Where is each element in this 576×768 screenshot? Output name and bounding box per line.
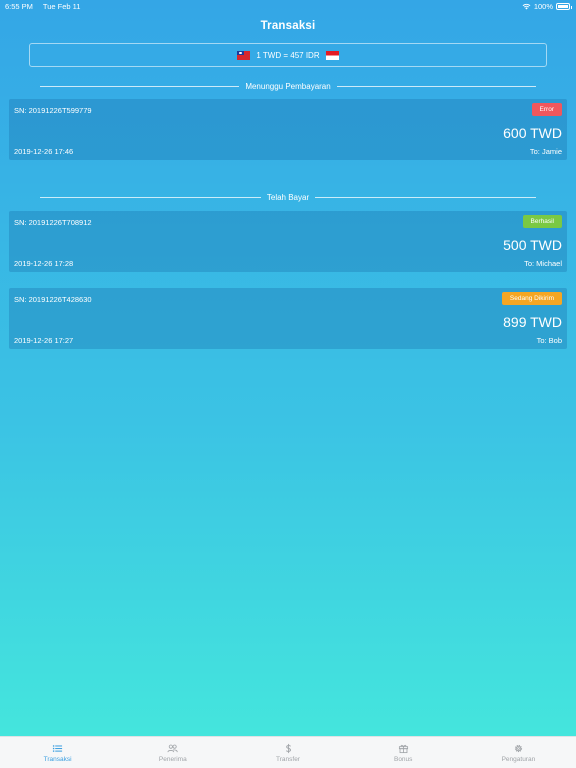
transaction-amount: 600 TWD	[503, 125, 562, 141]
section-header-pending: Menunggu Pembayaran	[40, 80, 537, 92]
tab-bar: Transaksi Penerima Transfer Bonus Pengat…	[0, 736, 576, 768]
tab-pengaturan[interactable]: Pengaturan	[461, 737, 576, 768]
transaction-sn: SN: 20191226T599779	[14, 106, 92, 115]
divider-line	[336, 85, 537, 87]
section-header-paid: Telah Bayar	[40, 191, 536, 203]
page-title: Transaksi	[260, 20, 316, 32]
transaction-date: 2019-12-26 17:27	[14, 336, 74, 345]
tab-penerima[interactable]: Penerima	[115, 737, 230, 768]
transaction-date: 2019-12-26 17:46	[14, 147, 74, 156]
divider-line	[315, 196, 536, 198]
tab-label: Pengaturan	[501, 755, 536, 763]
battery-icon	[556, 2, 572, 10]
battery-percent: 100%	[533, 1, 553, 11]
tab-bonus[interactable]: Bonus	[346, 737, 461, 768]
tab-label: Transaksi	[43, 755, 72, 763]
divider-line	[40, 85, 240, 87]
gift-icon	[398, 744, 408, 753]
status-bar: 6:55 PM Tue Feb 11 100%	[0, 0, 576, 12]
tab-label: Penerima	[158, 755, 187, 763]
indonesia-flag-icon	[325, 50, 339, 60]
transaction-card[interactable]: SN: 20191226T708912 Berhasil 500 TWD 201…	[9, 211, 567, 272]
wifi-icon	[522, 3, 531, 9]
tab-label: Transfer	[276, 755, 300, 763]
tab-transaksi[interactable]: Transaksi	[0, 737, 115, 768]
gear-icon	[514, 744, 522, 752]
people-icon	[167, 744, 178, 752]
transaction-card[interactable]: SN: 20191226T428630 Sedang Dikirim 899 T…	[9, 288, 567, 349]
tab-label: Bonus	[393, 755, 413, 763]
divider-line	[40, 196, 261, 198]
status-date: Tue Feb 11	[42, 1, 81, 11]
taiwan-flag-icon	[237, 50, 251, 60]
transaction-sn: SN: 20191226T708912	[14, 218, 92, 227]
tab-transfer[interactable]: Transfer	[230, 737, 345, 768]
section-label: Menunggu Pembayaran	[245, 81, 331, 91]
transaction-amount: 500 TWD	[503, 237, 562, 253]
transaction-recipient: To: Jamie	[529, 147, 562, 156]
transaction-card[interactable]: SN: 20191226T599779 Error 600 TWD 2019-1…	[9, 99, 567, 160]
transaction-recipient: To: Bob	[536, 336, 562, 345]
status-time: 6:55 PM	[5, 1, 33, 11]
transaction-amount: 899 TWD	[503, 314, 562, 330]
status-badge: Error	[531, 103, 562, 116]
exchange-rate-text: 1 TWD = 457 IDR	[256, 50, 320, 60]
section-label: Telah Bayar	[266, 192, 310, 202]
status-badge: Sedang Dikirim	[501, 292, 562, 305]
dollar-icon	[285, 743, 291, 753]
list-icon	[53, 744, 63, 752]
transaction-date: 2019-12-26 17:28	[14, 259, 74, 268]
transaction-recipient: To: Michael	[524, 259, 562, 268]
status-badge: Berhasil	[522, 215, 562, 228]
exchange-rate-box[interactable]: 1 TWD = 457 IDR	[29, 43, 547, 67]
transaction-sn: SN: 20191226T428630	[14, 295, 92, 304]
